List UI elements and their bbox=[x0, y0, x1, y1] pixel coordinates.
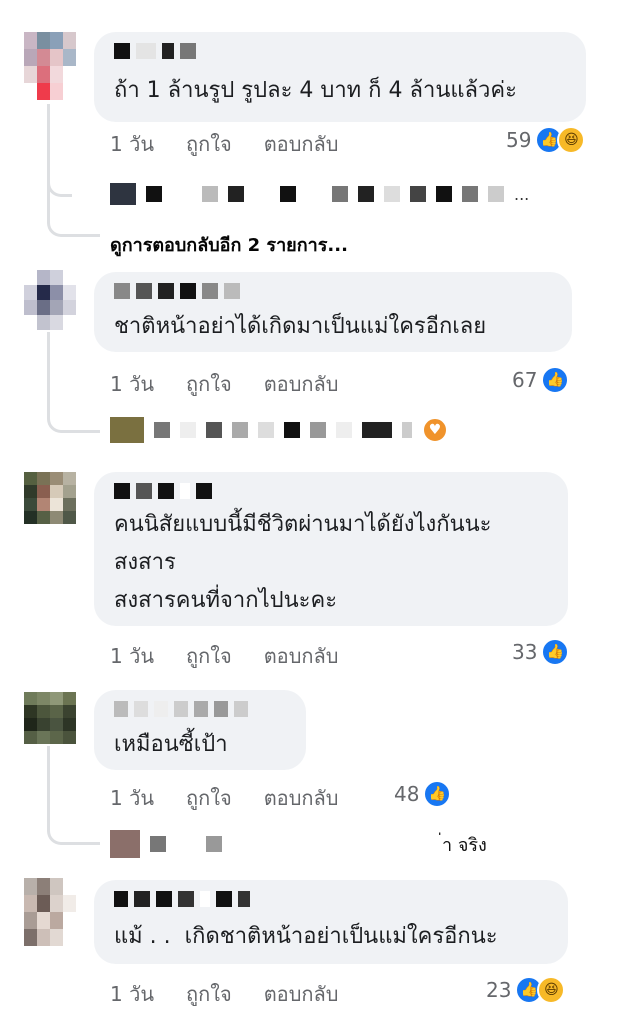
reaction-count: 67 bbox=[512, 368, 538, 392]
reply-button[interactable]: ตอบกลับ bbox=[264, 640, 339, 672]
reaction-summary[interactable]: 23 👍 😆 bbox=[486, 976, 566, 1004]
reply-button[interactable]: ตอบกลับ bbox=[264, 128, 339, 160]
like-button[interactable]: ถูกใจ bbox=[186, 128, 232, 160]
reply-redacted[interactable]: ♥ bbox=[110, 417, 448, 443]
haha-icon: 😆 bbox=[557, 126, 586, 154]
thread-elbow bbox=[47, 746, 100, 845]
comment-text: สงสาร bbox=[114, 550, 176, 575]
comment-text: สงสารคนที่จากไปนะคะ bbox=[114, 588, 338, 613]
comment-text: แม้ . . เกิดชาติหน้าอย่าเป็นแม่ใครอีกนะ bbox=[114, 924, 498, 949]
like-button[interactable]: ถูกใจ bbox=[186, 782, 232, 814]
reaction-summary[interactable]: 59 👍 😆 bbox=[506, 126, 586, 154]
comment-actions: 1 วัน ถูกใจ ตอบกลับ bbox=[110, 368, 370, 400]
reply-tail: ... bbox=[514, 184, 530, 204]
comment-bubble: ถ้า 1 ล้านรูป รูปละ 4 บาท ก็ 4 ล้านแล้วค… bbox=[94, 32, 586, 122]
avatar[interactable] bbox=[24, 472, 76, 524]
commenter-name-redacted[interactable] bbox=[114, 482, 212, 500]
commenter-name-redacted[interactable] bbox=[114, 42, 196, 60]
reaction-summary[interactable]: 67 👍 bbox=[512, 366, 570, 394]
heart-icon: ♥ bbox=[422, 417, 448, 443]
timestamp[interactable]: 1 วัน bbox=[110, 368, 154, 400]
timestamp[interactable]: 1 วัน bbox=[110, 978, 154, 1010]
avatar[interactable] bbox=[24, 32, 76, 100]
avatar[interactable] bbox=[24, 692, 76, 744]
reaction-count: 23 bbox=[486, 978, 512, 1002]
haha-icon: 😆 bbox=[537, 976, 566, 1004]
view-more-replies[interactable]: ดูการตอบกลับอีก 2 รายการ... bbox=[110, 230, 348, 259]
like-icon: 👍 bbox=[541, 366, 570, 394]
timestamp[interactable]: 1 วัน bbox=[110, 640, 154, 672]
avatar bbox=[110, 183, 136, 205]
comment-actions: 1 วัน ถูกใจ ตอบกลับ bbox=[110, 782, 370, 814]
comment-bubble: ชาติหน้าอย่าได้เกิดมาเป็นแม่ใครอีกเลย bbox=[94, 272, 572, 352]
like-icon: 👍 bbox=[423, 780, 452, 808]
reply-redacted[interactable]: ่า จริง bbox=[110, 830, 487, 858]
comment-bubble: แม้ . . เกิดชาติหน้าอย่าเป็นแม่ใครอีกนะ bbox=[94, 880, 568, 964]
reaction-count: 33 bbox=[512, 640, 538, 664]
avatar bbox=[110, 417, 144, 443]
timestamp[interactable]: 1 วัน bbox=[110, 782, 154, 814]
comment-text: ชาติหน้าอย่าได้เกิดมาเป็นแม่ใครอีกเลย bbox=[114, 314, 487, 339]
reply-button[interactable]: ตอบกลับ bbox=[264, 782, 339, 814]
commenter-name-redacted[interactable] bbox=[114, 890, 250, 908]
comment-actions: 1 วัน ถูกใจ ตอบกลับ bbox=[110, 978, 370, 1010]
like-button[interactable]: ถูกใจ bbox=[186, 368, 232, 400]
comment-bubble: เหมือนซี้เป้า bbox=[94, 690, 306, 770]
reaction-count: 59 bbox=[506, 128, 532, 152]
thread-line bbox=[47, 104, 50, 174]
reply-tail: ่า จริง bbox=[442, 834, 487, 856]
commenter-name-redacted[interactable] bbox=[114, 282, 240, 300]
timestamp[interactable]: 1 วัน bbox=[110, 128, 154, 160]
avatar bbox=[110, 830, 140, 858]
reaction-summary[interactable]: 33 👍 bbox=[512, 638, 570, 666]
comment-actions: 1 วัน ถูกใจ ตอบกลับ bbox=[110, 640, 370, 672]
comment-text: คนนิสัยแบบนี้มีชีวิตผ่านมาได้ยังไงกันนะ bbox=[114, 512, 492, 537]
comment-bubble: คนนิสัยแบบนี้มีชีวิตผ่านมาได้ยังไงกันนะ … bbox=[94, 472, 568, 626]
comment-actions: 1 วัน ถูกใจ ตอบกลับ bbox=[110, 128, 370, 160]
reaction-count: 48 bbox=[394, 782, 420, 806]
avatar[interactable] bbox=[24, 878, 76, 946]
comment-text: เหมือนซี้เป้า bbox=[114, 732, 228, 757]
avatar[interactable] bbox=[24, 270, 76, 330]
commenter-name-redacted[interactable] bbox=[114, 700, 248, 718]
thread-elbow bbox=[47, 176, 100, 237]
thread-elbow bbox=[47, 332, 100, 433]
like-button[interactable]: ถูกใจ bbox=[186, 640, 232, 672]
comment-text: ถ้า 1 ล้านรูป รูปละ 4 บาท ก็ 4 ล้านแล้วค… bbox=[114, 78, 517, 103]
like-icon: 👍 bbox=[541, 638, 570, 666]
reaction-summary[interactable]: 48 👍 bbox=[394, 780, 452, 808]
like-button[interactable]: ถูกใจ bbox=[186, 978, 232, 1010]
reply-button[interactable]: ตอบกลับ bbox=[264, 368, 339, 400]
reply-redacted[interactable]: ... bbox=[110, 182, 529, 206]
reply-button[interactable]: ตอบกลับ bbox=[264, 978, 339, 1010]
